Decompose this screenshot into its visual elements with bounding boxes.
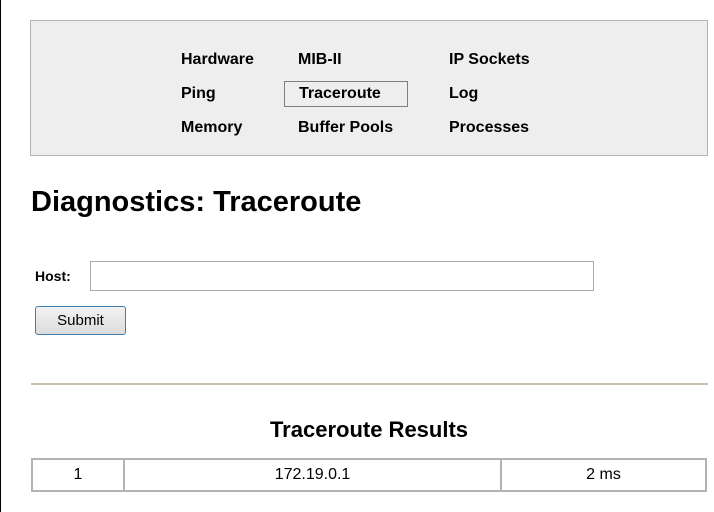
nav-link-buffer-pools[interactable]: Buffer Pools (292, 116, 393, 140)
host-label: Host: (35, 268, 71, 284)
ip-address-cell: 172.19.0.1 (123, 458, 502, 492)
nav-grid: Hardware MIB-II IP Sockets Ping Tracerou… (175, 43, 553, 145)
section-divider (31, 383, 708, 385)
response-time-cell: 2 ms (500, 458, 707, 492)
nav-link-processes[interactable]: Processes (443, 116, 529, 140)
submit-button[interactable]: Submit (35, 306, 126, 335)
nav-link-ping[interactable]: Ping (175, 82, 216, 106)
nav-link-ip-sockets[interactable]: IP Sockets (443, 48, 530, 72)
traceroute-results-table: 1 172.19.0.1 2 ms (31, 458, 707, 492)
nav-link-hardware[interactable]: Hardware (175, 48, 254, 72)
hop-number-cell: 1 (31, 458, 125, 492)
nav-link-memory[interactable]: Memory (175, 116, 242, 140)
table-row: 1 172.19.0.1 2 ms (31, 458, 707, 492)
page-title: Diagnostics: Traceroute (31, 186, 362, 218)
nav-link-log[interactable]: Log (443, 82, 478, 106)
diagnostics-nav-menu: Hardware MIB-II IP Sockets Ping Tracerou… (30, 20, 708, 156)
host-input[interactable] (90, 261, 594, 291)
window-left-border (0, 0, 1, 512)
nav-link-traceroute[interactable]: Traceroute (284, 81, 408, 107)
nav-link-mib-ii[interactable]: MIB-II (292, 48, 342, 72)
results-title: Traceroute Results (269, 417, 469, 442)
